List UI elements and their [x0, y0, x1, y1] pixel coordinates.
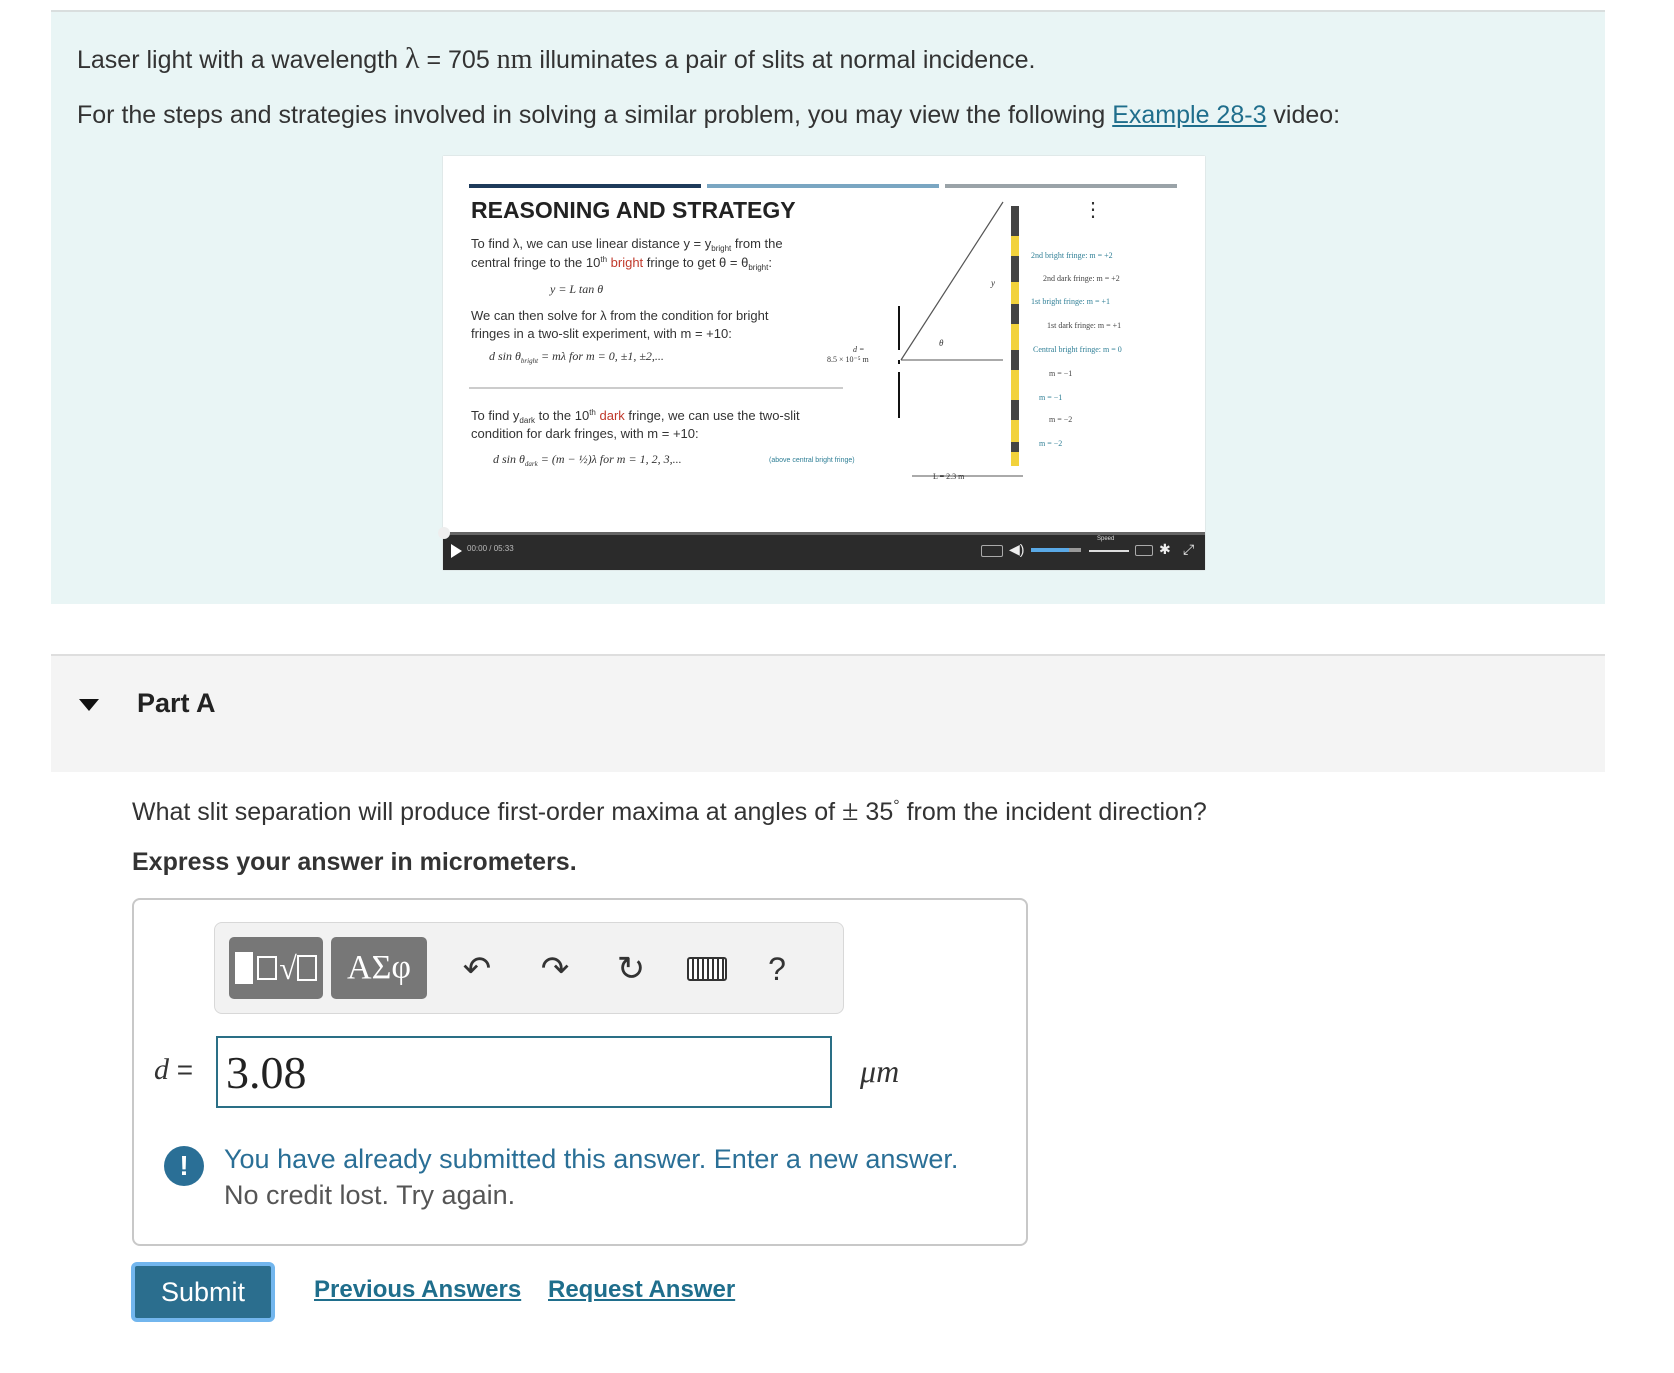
video-frame: REASONING AND STRATEGY To find λ, we can…: [469, 184, 1177, 481]
volume-icon[interactable]: ◀): [1009, 541, 1024, 558]
svg-text:Central bright fringe: m = 0: Central bright fringe: m = 0: [1033, 345, 1122, 354]
header-rule-3: [945, 184, 1177, 188]
example-link[interactable]: Example 28-3: [1112, 101, 1266, 129]
block-icon: [235, 952, 254, 984]
speed-control[interactable]: Speed: [1089, 536, 1129, 556]
play-icon[interactable]: [451, 544, 462, 558]
svg-text:1st dark fringe: m = +1: 1st dark fringe: m = +1: [1047, 321, 1121, 330]
svg-text:1st bright fringe: m = +1: 1st bright fringe: m = +1: [1031, 297, 1110, 306]
para2-line1: We can then solve for λ from the conditi…: [471, 308, 769, 323]
svg-text:L = 2.3 m: L = 2.3 m: [933, 472, 965, 481]
submit-button[interactable]: Submit: [131, 1262, 275, 1322]
time-readout: 00:00 / 05:33: [467, 544, 514, 553]
svg-text:m = −1: m = −1: [1049, 369, 1072, 378]
eq3-note: (above central bright fringe): [769, 457, 855, 464]
request-answer-link[interactable]: Request Answer: [548, 1276, 735, 1304]
settings-icon[interactable]: ✱: [1159, 541, 1171, 558]
video-heading: REASONING AND STRATEGY: [471, 197, 796, 223]
para1-line1: To find λ, we can use linear distance y …: [471, 236, 783, 253]
svg-text:8.5 × 10⁻⁵ m: 8.5 × 10⁻⁵ m: [827, 355, 870, 364]
unit-label: μm: [860, 1053, 900, 1089]
intro-line-1: Laser light with a wavelength λ = 705 nm…: [77, 42, 1036, 75]
svg-text:y: y: [990, 278, 995, 288]
video-controls: 00:00 / 05:33 ◀) Speed ✱ ⤢: [438, 527, 1205, 570]
collapse-triangle-icon[interactable]: [79, 699, 99, 711]
svg-text:m = −2: m = −2: [1049, 415, 1072, 424]
answer-panel: √ ΑΣφ ↶ ↷ ↻ ? d = 3.08 μm ! You have alr…: [132, 898, 1028, 1246]
answer-input[interactable]: 3.08: [216, 1036, 832, 1108]
svg-text:θ: θ: [939, 338, 944, 348]
question-text: What slit separation will produce first-…: [132, 794, 1207, 827]
templates-button[interactable]: √: [229, 937, 323, 999]
instruction-text: Express your answer in micrometers.: [132, 848, 577, 876]
problem-intro: Laser light with a wavelength λ = 705 nm…: [51, 10, 1605, 604]
quality-icon[interactable]: [1135, 545, 1153, 556]
intro-line-2: For the steps and strategies involved in…: [77, 101, 1341, 129]
sqrt-icon: √: [279, 949, 297, 986]
captions-icon[interactable]: [981, 545, 1003, 557]
eq1: y = L tan θ: [549, 282, 603, 296]
svg-text:2nd bright fringe: m = +2: 2nd bright fringe: m = +2: [1031, 251, 1113, 260]
greek-symbols-button[interactable]: ΑΣφ: [331, 937, 427, 999]
seek-handle[interactable]: [438, 527, 450, 539]
help-button[interactable]: ?: [755, 947, 799, 991]
seek-bar[interactable]: [443, 532, 1205, 535]
reset-icon[interactable]: ↻: [609, 947, 653, 991]
volume-slider[interactable]: [1031, 548, 1081, 552]
part-a-header[interactable]: Part A: [51, 654, 1605, 772]
math-toolbar: √ ΑΣφ ↶ ↷ ↻ ?: [214, 922, 844, 1014]
svg-text:m = −1: m = −1: [1039, 393, 1062, 402]
undo-icon[interactable]: ↶: [455, 947, 499, 991]
svg-text:2nd dark fringe: m = +2: 2nd dark fringe: m = +2: [1043, 274, 1120, 283]
svg-text:m = −2: m = −2: [1039, 439, 1062, 448]
para2-line2: fringes in a two-slit experiment, with m…: [471, 326, 732, 341]
keyboard-icon[interactable]: [685, 947, 729, 991]
svg-text:⋮: ⋮: [1083, 199, 1103, 221]
para3-line1: To find ydark to the 10th dark fringe, w…: [471, 408, 800, 425]
fringe-labels: 2nd bright fringe: m = +2 2nd dark fring…: [1031, 251, 1122, 448]
box-icon: [257, 956, 278, 980]
feedback-message: You have already submitted this answer. …: [224, 1144, 959, 1174]
feedback-submessage: No credit lost. Try again.: [224, 1180, 516, 1210]
redo-icon[interactable]: ↷: [533, 947, 577, 991]
header-rule-2: [707, 184, 939, 188]
box-icon-2: [296, 955, 317, 981]
example-video[interactable]: REASONING AND STRATEGY To find λ, we can…: [438, 156, 1205, 570]
eq3: d sin θdark = (m − ½)λ for m = 1, 2, 3,.…: [493, 452, 682, 468]
previous-answers-link[interactable]: Previous Answers: [314, 1276, 521, 1304]
header-rule-1: [469, 184, 701, 188]
fullscreen-icon[interactable]: ⤢: [1183, 541, 1194, 558]
feedback-icon: !: [164, 1146, 204, 1186]
svg-text:d =: d =: [853, 345, 864, 354]
para1-line2: central fringe to the 10th bright fringe…: [471, 255, 772, 272]
para3-line2: condition for dark fringes, with m = +10…: [471, 426, 699, 441]
part-label: Part A: [137, 688, 216, 718]
eq2: d sin θbright = mλ for m = 0, ±1, ±2,...: [489, 349, 664, 365]
answer-label: d =: [154, 1053, 194, 1086]
